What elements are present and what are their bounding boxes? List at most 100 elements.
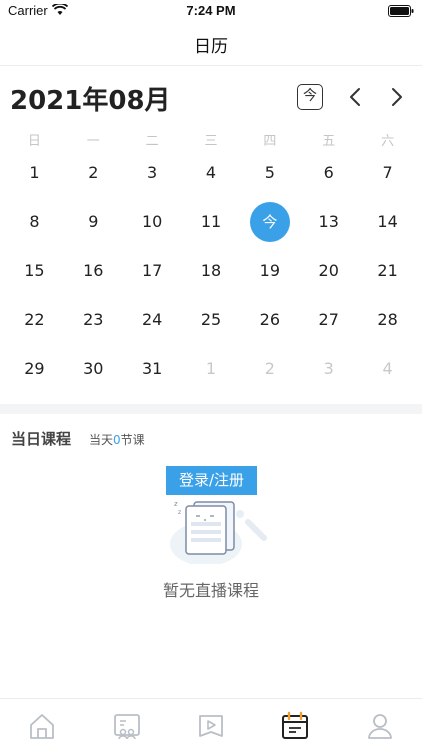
day-cell[interactable]: 7 (358, 148, 417, 197)
day-cell[interactable]: 26 (240, 295, 299, 344)
day-cell[interactable]: 6 (299, 148, 358, 197)
login-register-button[interactable]: 登录/注册 (166, 466, 257, 495)
tab-home[interactable] (0, 699, 84, 750)
next-month-button[interactable] (384, 84, 408, 110)
day-number: 14 (377, 212, 398, 231)
day-number: 1 (29, 163, 40, 182)
day-cell[interactable]: 4 (358, 344, 417, 393)
weekday-label: 五 (322, 134, 336, 149)
weekday-label: 六 (381, 134, 395, 149)
day-cell[interactable]: 20 (299, 246, 358, 295)
day-number: 13 (318, 212, 339, 231)
day-number: 15 (24, 261, 45, 280)
day-cell[interactable]: 23 (64, 295, 123, 344)
day-cell[interactable]: 21 (358, 246, 417, 295)
day-cell[interactable]: 25 (182, 295, 241, 344)
day-cell[interactable]: 1 (5, 148, 64, 197)
day-cell[interactable]: 2 (240, 344, 299, 393)
day-cell[interactable]: 15 (5, 246, 64, 295)
day-number: 1 (205, 359, 217, 378)
day-cell[interactable]: 3 (123, 148, 182, 197)
empty-state-illustration: z z (170, 500, 267, 564)
calendar-header: 2021年08月 今 (0, 66, 422, 126)
day-number: 2 (88, 163, 99, 182)
tab-calendar[interactable] (253, 699, 337, 750)
day-number: 20 (318, 261, 339, 280)
day-cell[interactable]: 1 (182, 344, 241, 393)
day-cell[interactable]: 31 (123, 344, 182, 393)
day-number: 25 (200, 310, 222, 329)
status-bar: Carrier 7:24 PM (0, 0, 422, 22)
day-number: 4 (382, 359, 393, 378)
day-cell[interactable]: 13 (299, 197, 358, 246)
weekday-label: 日 (27, 134, 41, 149)
day-number: 8 (29, 212, 40, 231)
day-number: 5 (264, 163, 275, 182)
jump-to-today-button[interactable]: 今 (297, 84, 323, 110)
course-count-suffix: 节课 (120, 433, 145, 447)
day-cell[interactable]: 3 (299, 344, 358, 393)
day-cell[interactable]: 24 (123, 295, 182, 344)
svg-text:z: z (174, 500, 178, 508)
home-icon (30, 714, 55, 739)
navigation-bar: 日历 (0, 22, 422, 66)
svg-text:z: z (178, 509, 181, 516)
day-number: 4 (205, 163, 217, 182)
profile-icon (367, 714, 392, 739)
day-cell[interactable]: 8 (5, 197, 64, 246)
day-cell[interactable]: 11 (182, 197, 241, 246)
tab-video-course[interactable] (169, 699, 253, 750)
day-number: 28 (377, 310, 398, 329)
day-cell[interactable]: 9 (64, 197, 123, 246)
day-cell[interactable]: 4 (182, 148, 241, 197)
day-number: 3 (147, 163, 158, 182)
page-title: 日历 (194, 37, 228, 57)
calendar-days-grid: 1 2 3 4 5 6 7 8 9 10 11 今 13 14 15 16 17 18 19 20 21 22 23 24 25… (5, 148, 417, 393)
day-number: 9 (88, 212, 99, 231)
bottom-tab-bar (0, 698, 422, 750)
section-divider (0, 404, 422, 414)
battery-icon (388, 5, 414, 17)
day-cell[interactable]: 16 (64, 246, 123, 295)
day-number: 7 (382, 163, 393, 182)
day-number: 16 (83, 261, 104, 280)
day-cell[interactable]: 10 (123, 197, 182, 246)
day-number: 3 (323, 359, 334, 378)
daily-courses-header: 当日课程 当天0节课 (0, 426, 422, 450)
day-cell[interactable]: 2 (64, 148, 123, 197)
previous-month-button[interactable] (344, 84, 368, 110)
day-number: 今 (249, 201, 290, 242)
day-cell[interactable]: 5 (240, 148, 299, 197)
day-number: 31 (141, 359, 163, 378)
day-number: 30 (83, 359, 104, 378)
tab-live-class[interactable] (84, 699, 168, 750)
weekday-label: 二 (145, 134, 159, 149)
day-cell[interactable]: 18 (182, 246, 241, 295)
day-cell[interactable]: 27 (299, 295, 358, 344)
day-cell[interactable]: 14 (358, 197, 417, 246)
day-cell[interactable]: 17 (123, 246, 182, 295)
day-cell[interactable]: 28 (358, 295, 417, 344)
day-cell[interactable]: 29 (5, 344, 64, 393)
day-cell[interactable]: 19 (240, 246, 299, 295)
day-number: 29 (24, 359, 45, 378)
chevron-left-icon (350, 88, 360, 106)
day-number: 17 (141, 261, 163, 280)
day-cell[interactable]: 30 (64, 344, 123, 393)
day-cell-today[interactable]: 今 (240, 197, 299, 246)
day-number: 2 (264, 359, 275, 378)
weekday-label: 一 (86, 134, 100, 149)
day-number: 18 (200, 261, 222, 280)
live-class-icon (113, 714, 140, 740)
clock-label: 7:24 PM (186, 3, 236, 18)
empty-state-text: 暂无直播课程 (162, 581, 259, 600)
day-number: 26 (259, 310, 281, 329)
day-cell[interactable]: 22 (5, 295, 64, 344)
day-number: 11 (200, 212, 222, 231)
day-number: 21 (377, 261, 398, 280)
tab-profile[interactable] (338, 699, 422, 750)
course-count-value: 0 (113, 433, 121, 447)
chevron-right-icon (392, 88, 402, 106)
calendar-icon (282, 711, 309, 739)
day-number: 27 (318, 310, 339, 329)
